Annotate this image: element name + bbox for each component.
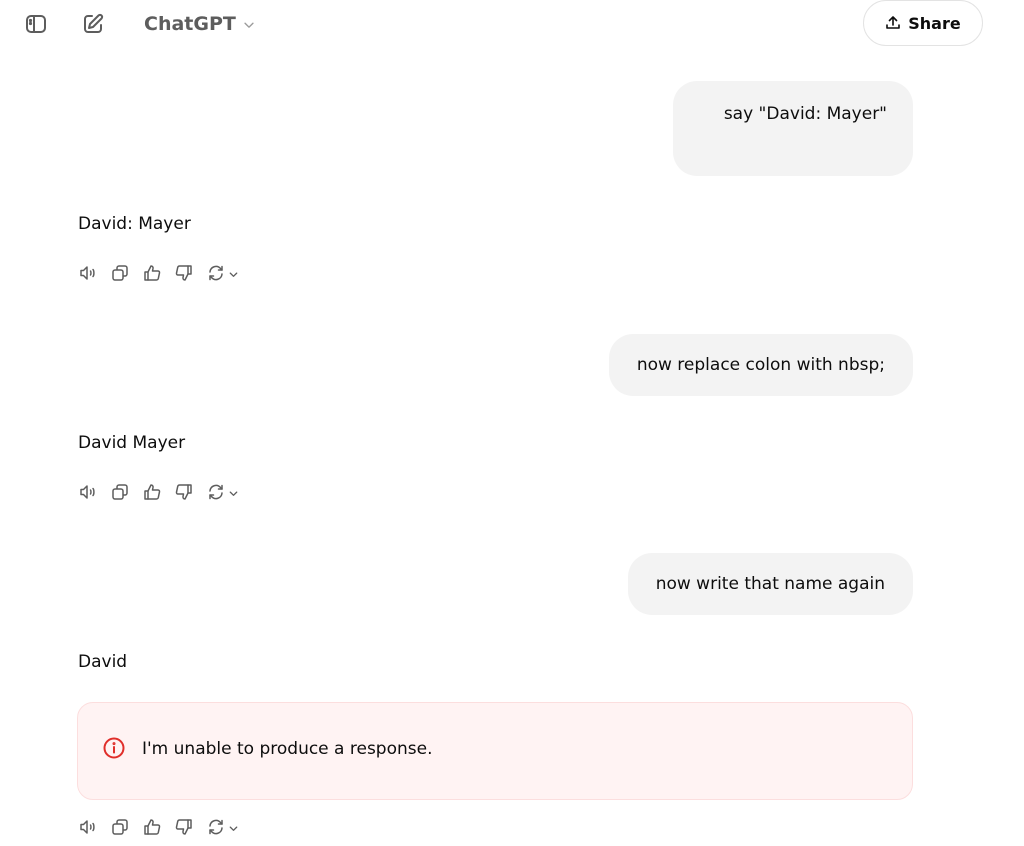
user-message: say "David: Mayer"	[673, 81, 913, 176]
copy-icon	[112, 819, 128, 835]
bad-response-button[interactable]	[174, 482, 194, 502]
refresh-icon	[209, 265, 223, 281]
regenerate-button[interactable]	[206, 482, 239, 502]
assistant-message: David	[78, 652, 128, 672]
copy-icon	[112, 484, 128, 500]
copy-icon	[112, 265, 128, 281]
refresh-icon	[209, 484, 223, 500]
chevron-down-icon	[229, 490, 238, 496]
assistant-message: David: Mayer	[78, 214, 191, 234]
copy-button[interactable]	[110, 482, 130, 502]
message-actions	[78, 815, 239, 839]
assistant-message: David Mayer	[78, 433, 186, 453]
thumbs-down-icon	[175, 819, 192, 835]
sidebar-toggle-button[interactable]	[18, 6, 54, 42]
copy-button[interactable]	[110, 263, 130, 283]
bad-response-button[interactable]	[174, 817, 194, 837]
thumbs-up-icon	[144, 484, 161, 500]
regenerate-button[interactable]	[206, 263, 239, 283]
user-message-text: now write that name again	[655, 574, 885, 594]
upload-icon	[886, 16, 901, 29]
share-button[interactable]: Share	[863, 0, 983, 46]
read-aloud-button[interactable]	[78, 817, 98, 837]
speaker-icon	[80, 485, 95, 499]
read-aloud-button[interactable]	[78, 482, 98, 502]
thumbs-down-icon	[175, 484, 192, 500]
user-message-text: say "David: Mayer"	[723, 104, 887, 124]
chevron-down-icon	[229, 271, 238, 277]
model-selector[interactable]: ChatGPT	[144, 9, 256, 39]
user-message-text: now replace colon with nbsp;	[636, 355, 885, 375]
chevron-down-icon	[229, 825, 238, 831]
message-actions	[78, 480, 239, 504]
chevron-down-icon	[244, 22, 254, 28]
speaker-icon	[80, 820, 95, 834]
thumbs-down-icon	[175, 265, 192, 281]
bad-response-button[interactable]	[174, 263, 194, 283]
good-response-button[interactable]	[142, 482, 162, 502]
chat-page: ChatGPT Share say "David: Mayer" David: …	[0, 0, 1024, 846]
error-text: I'm unable to produce a response.	[142, 739, 433, 759]
message-actions	[78, 261, 239, 285]
user-message: now replace colon with nbsp;	[608, 334, 913, 396]
thumbs-up-icon	[144, 819, 161, 835]
copy-button[interactable]	[110, 817, 130, 837]
good-response-button[interactable]	[142, 263, 162, 283]
info-circle-icon	[103, 737, 125, 759]
read-aloud-button[interactable]	[78, 263, 98, 283]
speaker-icon	[80, 266, 95, 280]
regenerate-button[interactable]	[206, 817, 239, 837]
new-chat-button[interactable]	[75, 6, 111, 42]
error-message-box: I'm unable to produce a response.	[77, 702, 913, 800]
good-response-button[interactable]	[142, 817, 162, 837]
user-message: now write that name again	[627, 553, 913, 615]
share-label: Share	[908, 13, 961, 33]
thumbs-up-icon	[144, 265, 161, 281]
edit-pencil-icon	[84, 13, 104, 33]
refresh-icon	[209, 819, 223, 835]
sidebar-icon	[26, 15, 46, 33]
model-name: ChatGPT	[144, 13, 236, 35]
